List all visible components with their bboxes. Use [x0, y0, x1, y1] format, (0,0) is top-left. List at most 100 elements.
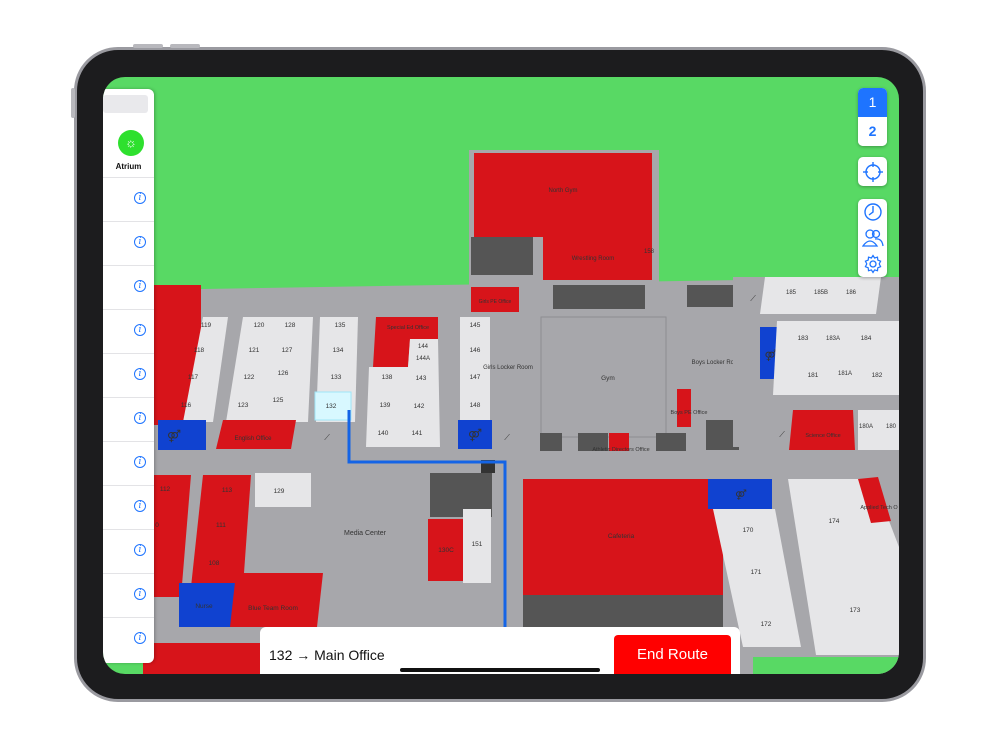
- room-122-label: 122: [244, 374, 255, 381]
- people-icon: [861, 229, 884, 247]
- info-icon[interactable]: i: [134, 456, 146, 468]
- location-info-row[interactable]: i: [103, 177, 154, 222]
- room-140-label: 140: [378, 430, 389, 437]
- room-147-label: 147: [470, 374, 481, 381]
- wall-block: [553, 285, 645, 309]
- info-icon[interactable]: i: [134, 544, 146, 556]
- panel-search-field[interactable]: [103, 95, 148, 113]
- location-info-row[interactable]: i: [103, 573, 154, 618]
- location-atrium[interactable]: ☼ Atrium: [103, 125, 154, 177]
- sun-icon: ☼: [118, 130, 144, 156]
- stairs-icon: ⟋: [779, 430, 785, 439]
- room-118-label: 118: [194, 347, 205, 354]
- room-116-label: 116: [181, 402, 192, 409]
- restroom-icon: ⚤: [735, 489, 747, 501]
- room-110-label: 0: [155, 522, 159, 529]
- people-button[interactable]: [858, 225, 887, 251]
- info-icon[interactable]: i: [134, 192, 146, 204]
- room-151-label: 151: [472, 541, 483, 548]
- room-117-label: 117: [188, 374, 199, 381]
- room-145-label: 145: [470, 322, 481, 329]
- blue-team-room-label: Blue Team Room: [248, 605, 298, 612]
- location-info-row[interactable]: i: [103, 265, 154, 310]
- info-icon[interactable]: i: [134, 632, 146, 644]
- location-info-row[interactable]: i: [103, 617, 154, 662]
- info-icon[interactable]: i: [134, 324, 146, 336]
- room-181-label: 181: [808, 372, 819, 379]
- restroom-icon: ⚤: [167, 429, 181, 443]
- home-indicator[interactable]: [400, 668, 600, 672]
- wrestling-room-label: Wrestling Room: [572, 256, 615, 262]
- room-111-label: 111: [216, 522, 226, 529]
- room-182-label: 182: [872, 372, 883, 379]
- app-screen: North Gym Wrestling Room 158 Girls PE Of…: [103, 77, 899, 674]
- end-route-button[interactable]: End Route: [614, 635, 731, 674]
- floor-2-button[interactable]: 2: [858, 117, 887, 146]
- classroom-block-180: [858, 410, 899, 450]
- tools-control: [858, 199, 887, 277]
- wall-block: [656, 433, 686, 451]
- room-185b-label: 185B: [814, 290, 828, 296]
- info-icon[interactable]: i: [134, 280, 146, 292]
- room-172-label: 172: [761, 621, 772, 628]
- outdoor-strip: [753, 657, 899, 674]
- stairs-icon: ⟋: [504, 433, 510, 442]
- location-info-row[interactable]: i: [103, 397, 154, 442]
- info-icon[interactable]: i: [134, 236, 146, 248]
- room-180-label: 180: [886, 424, 897, 430]
- room-144a-label: 144A: [416, 356, 430, 362]
- room-148-label: 148: [470, 402, 481, 409]
- restroom-block[interactable]: [158, 420, 206, 450]
- locate-button[interactable]: [858, 157, 887, 186]
- floor-map[interactable]: North Gym Wrestling Room 158 Girls PE Of…: [103, 77, 899, 674]
- info-icon[interactable]: i: [134, 500, 146, 512]
- location-info-row[interactable]: i: [103, 353, 154, 398]
- room-132-label: 132: [326, 403, 337, 410]
- floor-selector: 1 2: [858, 88, 887, 146]
- girls-locker-room-label: Girls Locker Room: [483, 365, 533, 371]
- boys-pe-office-label: Boys PE Office: [671, 410, 708, 416]
- location-info-row[interactable]: i: [103, 441, 154, 486]
- info-icon[interactable]: i: [134, 588, 146, 600]
- room-183a-label: 183A: [826, 336, 840, 342]
- room-141-label: 141: [412, 430, 423, 437]
- route-bar: 132 → Main Office End Route: [260, 627, 740, 674]
- location-info-row[interactable]: i: [103, 529, 154, 574]
- info-icon[interactable]: i: [134, 412, 146, 424]
- history-button[interactable]: [858, 199, 887, 225]
- stairs-icon: ⟋: [324, 433, 330, 442]
- classroom-block-181-184: [773, 321, 899, 395]
- room-144-label: 144: [418, 344, 429, 350]
- location-info-row[interactable]: i: [103, 221, 154, 266]
- info-icon[interactable]: i: [134, 368, 146, 380]
- north-gym-room[interactable]: [474, 153, 652, 237]
- english-office-room[interactable]: [216, 420, 296, 449]
- floor-1-button[interactable]: 1: [858, 88, 887, 117]
- location-info-row[interactable]: i: [103, 485, 154, 530]
- power-button: [71, 88, 75, 118]
- room-113-label: 113: [222, 487, 233, 494]
- english-office-label: English Office: [235, 436, 273, 442]
- north-gym-label: North Gym: [548, 188, 577, 194]
- boys-pe-office-room[interactable]: [677, 389, 691, 427]
- blue-team-room[interactable]: [230, 573, 323, 627]
- settings-button[interactable]: [858, 251, 887, 277]
- location-info-row[interactable]: i: [103, 309, 154, 354]
- gym-label: Gym: [601, 375, 615, 382]
- room-180a-label: 180A: [859, 424, 873, 430]
- room-181a-label: 181A: [838, 371, 852, 377]
- cafeteria-label: Cafeteria: [608, 533, 635, 540]
- room-186-label: 186: [846, 290, 857, 296]
- science-office-room[interactable]: [789, 410, 855, 450]
- special-ed-office-label: Special Ed Office: [387, 325, 429, 331]
- room-138-label: 138: [382, 374, 393, 381]
- room-127-label: 127: [282, 347, 293, 354]
- media-center-label: Media Center: [344, 530, 387, 537]
- clock-icon: [863, 203, 882, 221]
- room-142-label: 142: [414, 403, 425, 410]
- room-146-label: 146: [470, 347, 481, 354]
- girls-pe-office-label: Girls PE Office: [479, 299, 512, 305]
- room-174-label: 174: [829, 518, 840, 525]
- room-173-label: 173: [850, 607, 861, 614]
- athletic-directors-office-label: Athletic Directors Office: [592, 447, 649, 453]
